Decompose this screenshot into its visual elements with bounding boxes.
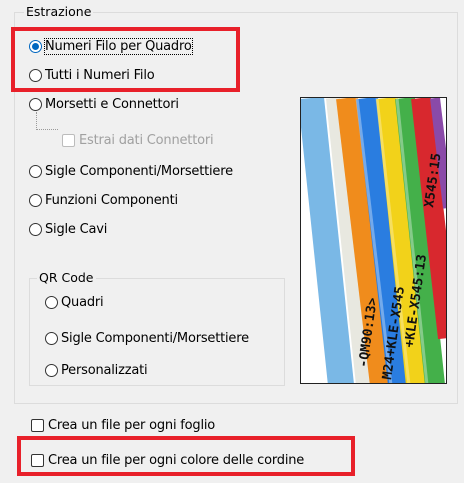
radio-qr-sigle-componenti[interactable]: Sigle Componenti/Morsettiere <box>45 328 249 348</box>
checkbox-label: Estrai dati Connettori <box>79 132 214 148</box>
radio-label: Personalizzati <box>61 362 148 378</box>
radio-label: Morsetti e Connettori <box>45 96 179 112</box>
radio-qr-personalizzati[interactable]: Personalizzati <box>45 360 148 380</box>
radio-qr-quadri[interactable]: Quadri <box>45 292 104 312</box>
highlight-box-top <box>11 27 240 92</box>
checkbox-file-per-foglio[interactable]: Crea un file per ogni foglio <box>31 415 215 435</box>
highlight-box-bottom <box>17 436 355 476</box>
radio-unchecked-icon <box>29 97 42 111</box>
checkbox-disabled-icon <box>62 133 75 147</box>
radio-unchecked-icon <box>45 331 58 345</box>
wire-markers-icon: -QM90:13> M24+KLE-X545 +KLE-X545:13 X545… <box>301 98 446 383</box>
qr-code-group-title: QR Code <box>37 270 96 285</box>
radio-unchecked-icon <box>45 295 58 309</box>
extraction-group-title: Estrazione <box>24 4 94 19</box>
radio-sigle-cavi[interactable]: Sigle Cavi <box>29 219 107 239</box>
wire-markers-preview-image: -QM90:13> M24+KLE-X545 +KLE-X545:13 X545… <box>300 97 447 384</box>
radio-label: Sigle Componenti/Morsettiere <box>45 163 233 179</box>
radio-unchecked-icon <box>29 164 42 178</box>
radio-unchecked-icon <box>45 363 58 377</box>
radio-label: Funzioni Componenti <box>45 192 178 208</box>
checkbox-unchecked-icon <box>31 418 44 432</box>
radio-morsetti-e-connettori[interactable]: Morsetti e Connettori <box>29 94 179 114</box>
radio-sigle-componenti-morsettiere[interactable]: Sigle Componenti/Morsettiere <box>29 161 233 181</box>
checkbox-estrai-dati-connettori[interactable]: Estrai dati Connettori <box>62 130 214 150</box>
radio-label: Sigle Cavi <box>45 221 108 237</box>
radio-unchecked-icon <box>29 193 42 207</box>
radio-label: Sigle Componenti/Morsettiere <box>61 330 249 346</box>
radio-funzioni-componenti[interactable]: Funzioni Componenti <box>29 190 178 210</box>
radio-label: Quadri <box>61 294 104 310</box>
checkbox-label: Crea un file per ogni foglio <box>48 417 216 433</box>
tree-connector-line <box>36 112 58 130</box>
radio-unchecked-icon <box>29 222 42 236</box>
